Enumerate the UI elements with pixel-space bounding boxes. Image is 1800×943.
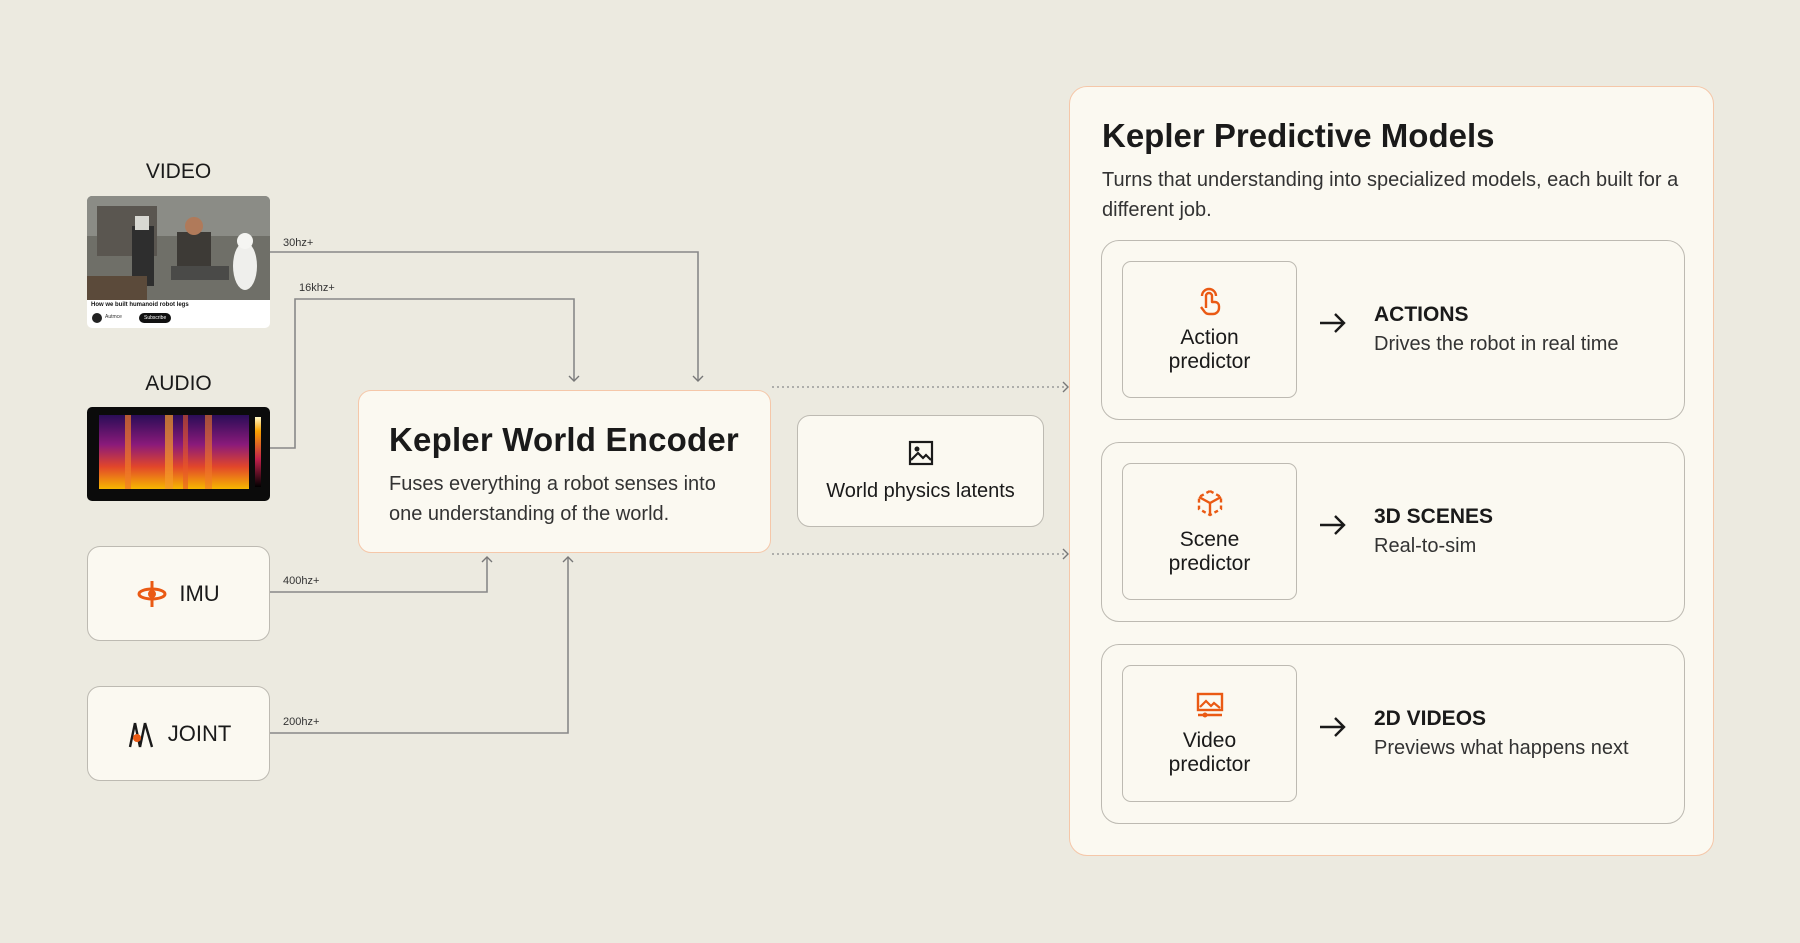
gyroscope-icon <box>137 580 167 607</box>
touch-icon <box>1199 287 1220 315</box>
joint-card: JOINT <box>87 686 270 781</box>
arrow-right-icon <box>1320 313 1346 333</box>
scene-predictor-label: Scene predictor <box>1168 527 1251 575</box>
spectrogram-image <box>99 415 261 489</box>
imu-label: IMU <box>179 580 220 606</box>
diagram-canvas: VIDEO How we built humanoid robot legs A… <box>0 0 1800 943</box>
joint-rate: 200hz+ <box>283 716 320 728</box>
image-icon <box>908 440 933 465</box>
model-card-3d-scenes: Scene predictor 3D SCENES Real-to-sim <box>1101 442 1685 622</box>
scenes-title: 3D SCENES <box>1374 505 1494 528</box>
models-panel: Kepler Predictive Models Turns that unde… <box>1069 86 1714 856</box>
arrow-right-icon <box>1320 515 1346 535</box>
imu-rate: 400hz+ <box>283 575 320 587</box>
encoder-title: Kepler World Encoder <box>389 421 739 458</box>
action-predictor-label: Action predictor <box>1168 325 1251 373</box>
models-title: Kepler Predictive Models <box>1102 117 1495 154</box>
actions-description: Drives the robot in real time <box>1374 333 1619 355</box>
action-predictor-box: Action predictor <box>1122 261 1297 398</box>
video-caption: How we built humanoid robot legs <box>91 302 189 308</box>
latents-card: World physics latents <box>797 415 1044 527</box>
model-card-2d-videos: Video predictor 2D VIDEOS Previews what … <box>1101 644 1685 824</box>
video-channel-avatar <box>92 313 102 323</box>
audio-rate: 16khz+ <box>299 282 335 294</box>
video-predictor-label: Video predictor <box>1168 728 1251 776</box>
model-card-actions: Action predictor ACTIONS Drives the robo… <box>1101 240 1685 420</box>
arrow-right-icon <box>1320 717 1346 737</box>
joint-icon <box>128 722 153 747</box>
encoder-description: Fuses everything a robot senses into one… <box>389 473 716 525</box>
video-connector <box>270 251 704 382</box>
scenes-description: Real-to-sim <box>1374 535 1477 557</box>
video-channel: Autmce <box>105 314 122 320</box>
video-icon <box>1196 692 1223 717</box>
latents-label: World physics latents <box>826 479 1015 502</box>
audio-label: AUDIO <box>145 372 212 395</box>
video-rate: 30hz+ <box>283 237 314 249</box>
scene-predictor-box: Scene predictor <box>1122 463 1297 600</box>
audio-spectrogram <box>87 407 270 501</box>
video-subscribe-button: Subscribe <box>139 313 172 323</box>
video-predictor-box: Video predictor <box>1122 665 1297 802</box>
joint-label: JOINT <box>167 720 232 746</box>
actions-title: ACTIONS <box>1374 303 1469 326</box>
videos-description: Previews what happens next <box>1374 737 1629 759</box>
encoder-card: Kepler World Encoder Fuses everything a … <box>358 390 771 553</box>
cube-icon <box>1197 489 1222 516</box>
videos-title: 2D VIDEOS <box>1374 707 1487 730</box>
video-frame-image <box>87 196 270 300</box>
video-thumbnail: How we built humanoid robot legs Autmce … <box>87 196 270 328</box>
video-label: VIDEO <box>145 160 212 183</box>
models-description: Turns that understanding into specialize… <box>1102 169 1679 221</box>
imu-card: IMU <box>87 546 270 641</box>
